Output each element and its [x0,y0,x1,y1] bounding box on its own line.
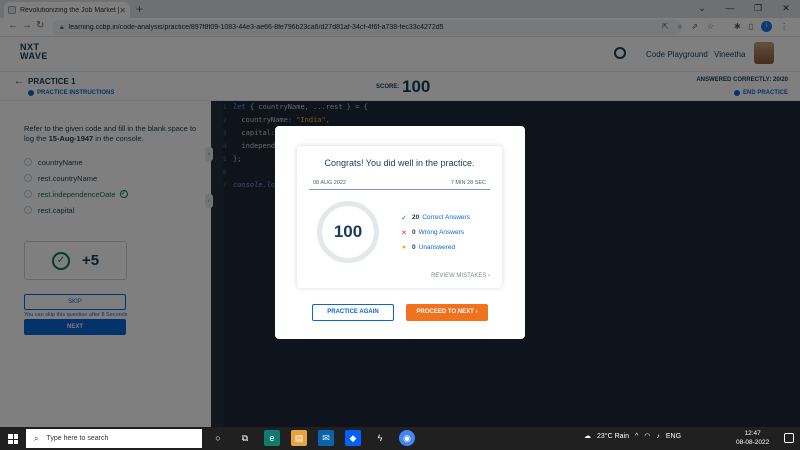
edge-icon[interactable]: e [264,430,280,446]
correct-label: Correct Answers [422,214,470,221]
dot-icon: ● [401,244,407,251]
network-icon[interactable]: ◠ [644,432,650,440]
cross-icon: ✕ [401,229,407,237]
correct-answers-stat: ✓ 20 Correct Answers [399,210,470,225]
wrong-count: 0 [412,229,416,236]
taskbar-search[interactable]: ⌕ Type here to search [26,429,202,448]
proceed-label: PROCEED TO NEXT [416,309,474,315]
practice-duration: 7 MIN 28 SEC [450,179,486,186]
lang-indicator[interactable]: ENG [666,433,681,440]
proceed-to-next-button[interactable]: PROCEED TO NEXT › [406,304,488,321]
system-tray: ☁ 23°C Rain ^ ◠ ♪ ENG [584,432,681,441]
chevron-right-icon: › [488,273,490,279]
taskbar-apps: ○ ⧉ e ▤ ✉ ◆ ϟ ◉ [210,430,415,446]
search-icon: ⌕ [34,433,39,443]
wrong-answers-stat: ✕ 0 Wrong Answers [399,225,470,240]
clock-date: 08-08-2022 [736,439,770,446]
chevron-right-icon: › [475,309,478,315]
results-card: Congrats! You did well in the practice. … [297,146,502,288]
mail-icon[interactable]: ✉ [318,430,334,446]
unanswered-count: 0 [412,244,416,251]
task-view-icon[interactable]: ⧉ [237,430,253,446]
app-icon[interactable]: ϟ [372,430,388,446]
results-modal: Congrats! You did well in the practice. … [275,126,525,339]
score-circle: 100 [317,201,379,263]
weather-icon: ☁ [584,433,591,440]
weather-text[interactable]: 23°C Rain [597,433,629,440]
chrome-icon[interactable]: ◉ [399,430,415,446]
file-explorer-icon[interactable]: ▤ [291,430,307,446]
review-mistakes-link[interactable]: REVIEW MISTAKES › [431,273,490,279]
practice-again-button[interactable]: PRACTICE AGAIN [312,304,394,321]
correct-count: 20 [412,214,420,221]
result-stats: ✓ 20 Correct Answers ✕ 0 Wrong Answers ●… [399,210,470,255]
notifications-icon[interactable] [784,433,794,443]
tray-up-icon[interactable]: ^ [635,433,638,440]
review-mistakes-label: REVIEW MISTAKES [431,273,487,279]
congrats-message: Congrats! You did well in the practice. [324,158,475,168]
clock-time: 12:47 [744,430,761,437]
volume-icon[interactable]: ♪ [656,433,660,440]
wrong-label: Wrong Answers [418,229,465,236]
modal-score: 100 [333,222,363,241]
taskbar-clock[interactable]: 12:47 08-08-2022 [736,429,769,447]
practice-date: 08 AUG 2022 [313,179,347,186]
windows-start-icon[interactable] [8,434,18,444]
date-row: 08 AUG 2022 7 MIN 28 SEC [309,176,490,190]
search-placeholder: Type here to search [46,435,109,442]
windows-taskbar: ⌕ Type here to search ○ ⧉ e ▤ ✉ ◆ ϟ ◉ ☁ … [0,427,800,450]
cortana-icon[interactable]: ○ [210,430,226,446]
unanswered-stat: ● 0 Unanswered [399,240,470,255]
unanswered-label: Unanswered [418,244,456,251]
check-icon: ✓ [401,214,407,222]
dropbox-icon[interactable]: ◆ [345,430,361,446]
